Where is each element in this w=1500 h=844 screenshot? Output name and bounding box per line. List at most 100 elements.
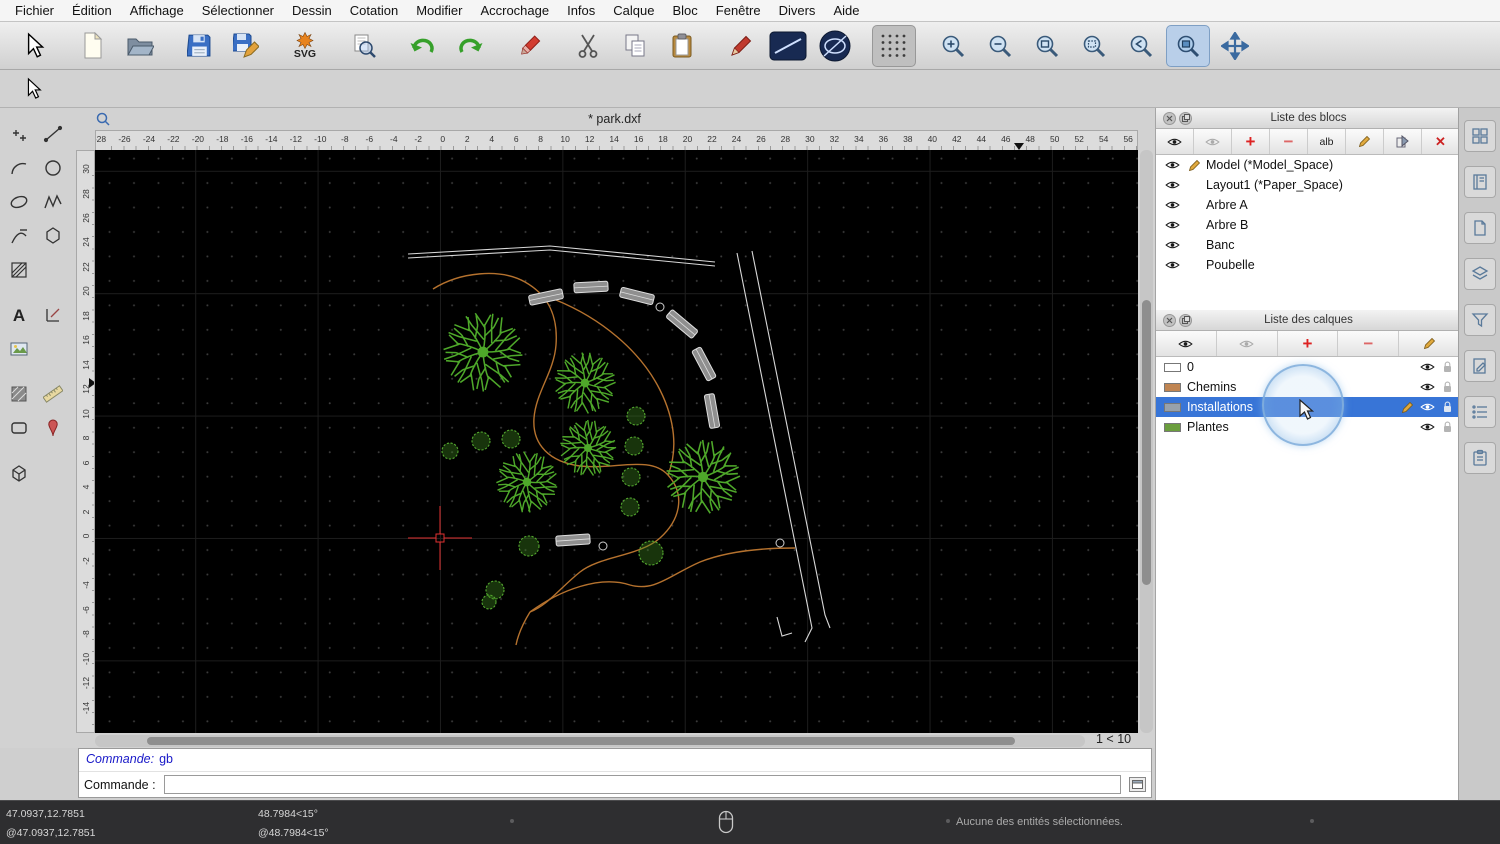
draw-arc-tool[interactable] [3,152,35,183]
insert-image-tool[interactable] [3,333,35,364]
menu-item-2[interactable]: Affichage [121,3,193,18]
block-row[interactable]: Arbre B [1156,215,1459,235]
line-attributes-widget[interactable] [766,25,810,67]
lock-icon[interactable] [1443,361,1452,373]
edit-block-button[interactable] [1346,129,1384,154]
draw-3d-box-tool[interactable] [3,457,35,488]
remove-layer-button[interactable]: − [1338,331,1400,356]
add-block-button[interactable]: + [1232,129,1270,154]
dock-entity-filter-button[interactable] [1463,304,1496,336]
eye-icon[interactable] [1420,362,1435,372]
block-row[interactable]: Banc [1156,235,1459,255]
block-row[interactable]: Poubelle [1156,255,1459,275]
menu-item-10[interactable]: Bloc [663,3,706,18]
dock-document-button[interactable] [1463,212,1496,244]
vertical-scrollbar-thumb[interactable] [1142,300,1151,585]
float-panel-button[interactable] [1179,111,1192,125]
layer-lock-toggle[interactable] [1443,421,1452,433]
show-all-layers-button[interactable] [1156,331,1217,356]
eye-icon[interactable] [1420,382,1435,392]
layer-lock-toggle[interactable] [1443,361,1452,373]
draw-text-tool[interactable]: A [3,299,35,330]
redo-button[interactable] [448,25,492,67]
zoom-pan-button[interactable] [1213,25,1257,67]
layer-visibility-toggle[interactable] [1420,402,1435,412]
dock-clipboard-button[interactable] [1463,442,1496,474]
horizontal-scrollbar[interactable] [95,735,1085,747]
eye-icon[interactable] [1165,260,1180,270]
dock-list-button[interactable] [1463,396,1496,428]
lock-icon[interactable] [1443,421,1452,433]
zoom-out-button[interactable] [978,25,1022,67]
zoom-auto-button[interactable] [1072,25,1116,67]
close-block-list-button[interactable]: ✕ [1422,129,1459,154]
menu-item-0[interactable]: Fichier [6,3,63,18]
layer-row-Plantes[interactable]: Plantes [1156,417,1459,437]
menu-item-3[interactable]: Sélectionner [193,3,283,18]
menu-item-11[interactable]: Fenêtre [707,3,770,18]
menu-item-1[interactable]: Édition [63,3,121,18]
insert-block-button[interactable] [1384,129,1422,154]
layer-lock-toggle[interactable] [1443,381,1452,393]
dock-library-browser-button[interactable] [1463,166,1496,198]
copy-button[interactable] [613,25,657,67]
draw-spline-tool[interactable] [37,186,69,217]
paste-button[interactable] [660,25,704,67]
measure-ruler-tool[interactable] [37,378,69,409]
eye-icon[interactable] [1420,402,1435,412]
vertical-scrollbar[interactable] [1140,150,1153,733]
rename-block-button[interactable]: alb [1308,129,1346,154]
menu-item-9[interactable]: Calque [604,3,663,18]
print-preview-button[interactable] [342,25,386,67]
drawing-canvas[interactable] [95,150,1138,733]
zoom-window-button[interactable] [1025,25,1069,67]
save-document-button[interactable] [177,25,221,67]
add-layer-button[interactable]: + [1278,331,1339,356]
save-document-as-button[interactable] [224,25,268,67]
zoom-select-button[interactable] [1166,24,1210,67]
undo-button[interactable] [401,25,445,67]
dock-block-list-button[interactable] [1463,120,1496,152]
eye-icon[interactable] [1420,422,1435,432]
dock-layer-list-button[interactable] [1463,258,1496,290]
block-row[interactable]: Layout1 (*Paper_Space) [1156,175,1459,195]
block-row[interactable]: Model (*Model_Space) [1156,155,1459,175]
detach-command-button[interactable] [1129,777,1146,792]
eye-icon[interactable] [1165,160,1180,170]
draw-hatch-tool[interactable] [3,254,35,285]
dock-notes-button[interactable] [1463,350,1496,382]
zoom-previous-button[interactable] [1119,25,1163,67]
new-document-button[interactable] [71,25,115,67]
edit-layer-icon[interactable] [1401,401,1414,414]
menu-item-6[interactable]: Modifier [407,3,471,18]
snap-pin-tool[interactable] [37,412,69,443]
layer-row-0[interactable]: 0 [1156,357,1459,377]
block-row[interactable]: Arbre A [1156,195,1459,215]
layer-lock-toggle[interactable] [1443,401,1452,413]
edit-layer-button[interactable] [1399,331,1459,356]
close-panel-button[interactable] [1163,313,1176,327]
command-input[interactable] [163,775,1121,794]
cut-button[interactable] [566,25,610,67]
eye-icon[interactable] [1165,180,1180,190]
zoom-in-button[interactable] [931,25,975,67]
lock-icon[interactable] [1443,381,1452,393]
eye-icon[interactable] [1165,200,1180,210]
open-document-button[interactable] [118,25,162,67]
grid-toggle-button[interactable] [872,24,916,67]
menu-item-4[interactable]: Dessin [283,3,341,18]
hide-all-layers-button[interactable] [1217,331,1278,356]
pen-attributes-button[interactable] [719,25,763,67]
layer-visibility-toggle[interactable] [1420,422,1435,432]
menu-item-13[interactable]: Aide [824,3,868,18]
menu-item-12[interactable]: Divers [770,3,825,18]
menu-item-8[interactable]: Infos [558,3,604,18]
show-all-blocks-button[interactable] [1156,129,1194,154]
entity-attributes-widget[interactable] [813,25,857,67]
delete-entities-button[interactable] [507,25,551,67]
eye-icon[interactable] [1165,220,1180,230]
draw-dimension-tool[interactable] [37,299,69,330]
lock-icon[interactable] [1443,401,1452,413]
layer-visibility-toggle[interactable] [1420,362,1435,372]
eye-icon[interactable] [1165,240,1180,250]
